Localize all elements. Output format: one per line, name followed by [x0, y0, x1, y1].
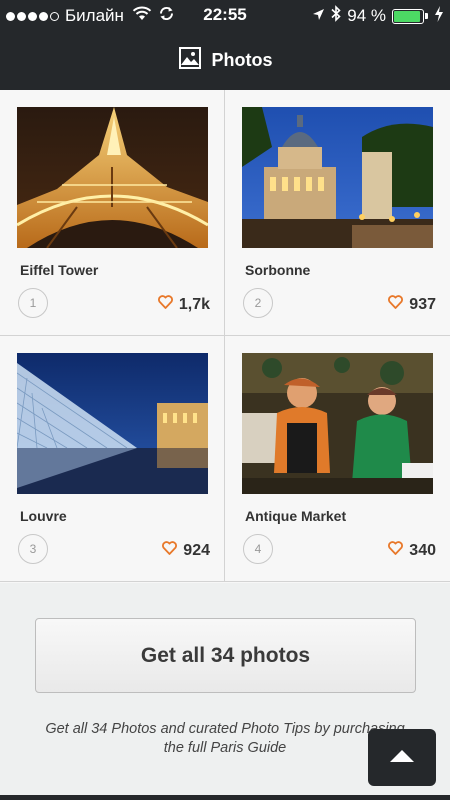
photo-card[interactable]: Antique Market 4 340 — [225, 336, 450, 582]
battery-icon — [392, 8, 428, 24]
photo-icon — [178, 46, 202, 75]
heart-icon — [157, 295, 173, 314]
charging-icon — [434, 5, 444, 27]
rank-badge: 3 — [18, 534, 48, 564]
rank-badge: 4 — [243, 534, 273, 564]
arrow-up-icon — [390, 749, 414, 767]
photo-louvre[interactable] — [17, 353, 208, 494]
location-icon — [312, 6, 325, 26]
likes[interactable]: 924 — [162, 541, 210, 560]
battery-percent: 94 % — [347, 6, 386, 25]
heart-icon — [388, 295, 404, 314]
likes-count: 1,7k — [178, 295, 210, 313]
photo-card[interactable]: Louvre 3 924 — [0, 336, 225, 582]
rank-badge: 1 — [18, 288, 48, 318]
promo-text: Get all 34 Photos and curated Photo Tips… — [45, 721, 405, 756]
photo-grid: Eiffel Tower 1 1,7k Sorbonne 2 937 Louvr… — [0, 90, 450, 583]
likes-count: 340 — [409, 541, 436, 559]
heart-icon — [162, 541, 178, 560]
photo-title: Antique Market — [245, 508, 347, 524]
rank-badge: 2 — [243, 288, 273, 318]
likes[interactable]: 937 — [388, 295, 436, 314]
photo-title: Louvre — [20, 508, 67, 524]
screen: Билайн 22:55 94 % Photos Eiffel Tower 1 … — [0, 0, 450, 800]
likes-count: 924 — [183, 541, 210, 559]
nav-bar: Photos — [0, 30, 450, 90]
get-all-photos-button[interactable]: Get all 34 photos — [35, 618, 416, 693]
page-title: Photos — [211, 49, 273, 70]
likes[interactable]: 1,7k — [157, 295, 210, 314]
status-bar: Билайн 22:55 94 % — [0, 0, 450, 30]
photo-sorbonne[interactable] — [242, 107, 433, 248]
likes[interactable]: 340 — [388, 541, 436, 560]
scroll-to-top-button[interactable] — [368, 729, 436, 786]
bottom-bar — [0, 795, 450, 800]
photo-card[interactable]: Eiffel Tower 1 1,7k — [0, 90, 225, 336]
photo-antique-market[interactable] — [242, 353, 433, 494]
photo-title: Sorbonne — [245, 262, 311, 278]
likes-count: 937 — [409, 295, 436, 313]
photo-eiffel-tower[interactable] — [17, 107, 208, 248]
bluetooth-icon — [331, 5, 341, 27]
heart-icon — [388, 541, 404, 560]
photo-title: Eiffel Tower — [20, 262, 99, 278]
photo-card[interactable]: Sorbonne 2 937 — [225, 90, 450, 336]
